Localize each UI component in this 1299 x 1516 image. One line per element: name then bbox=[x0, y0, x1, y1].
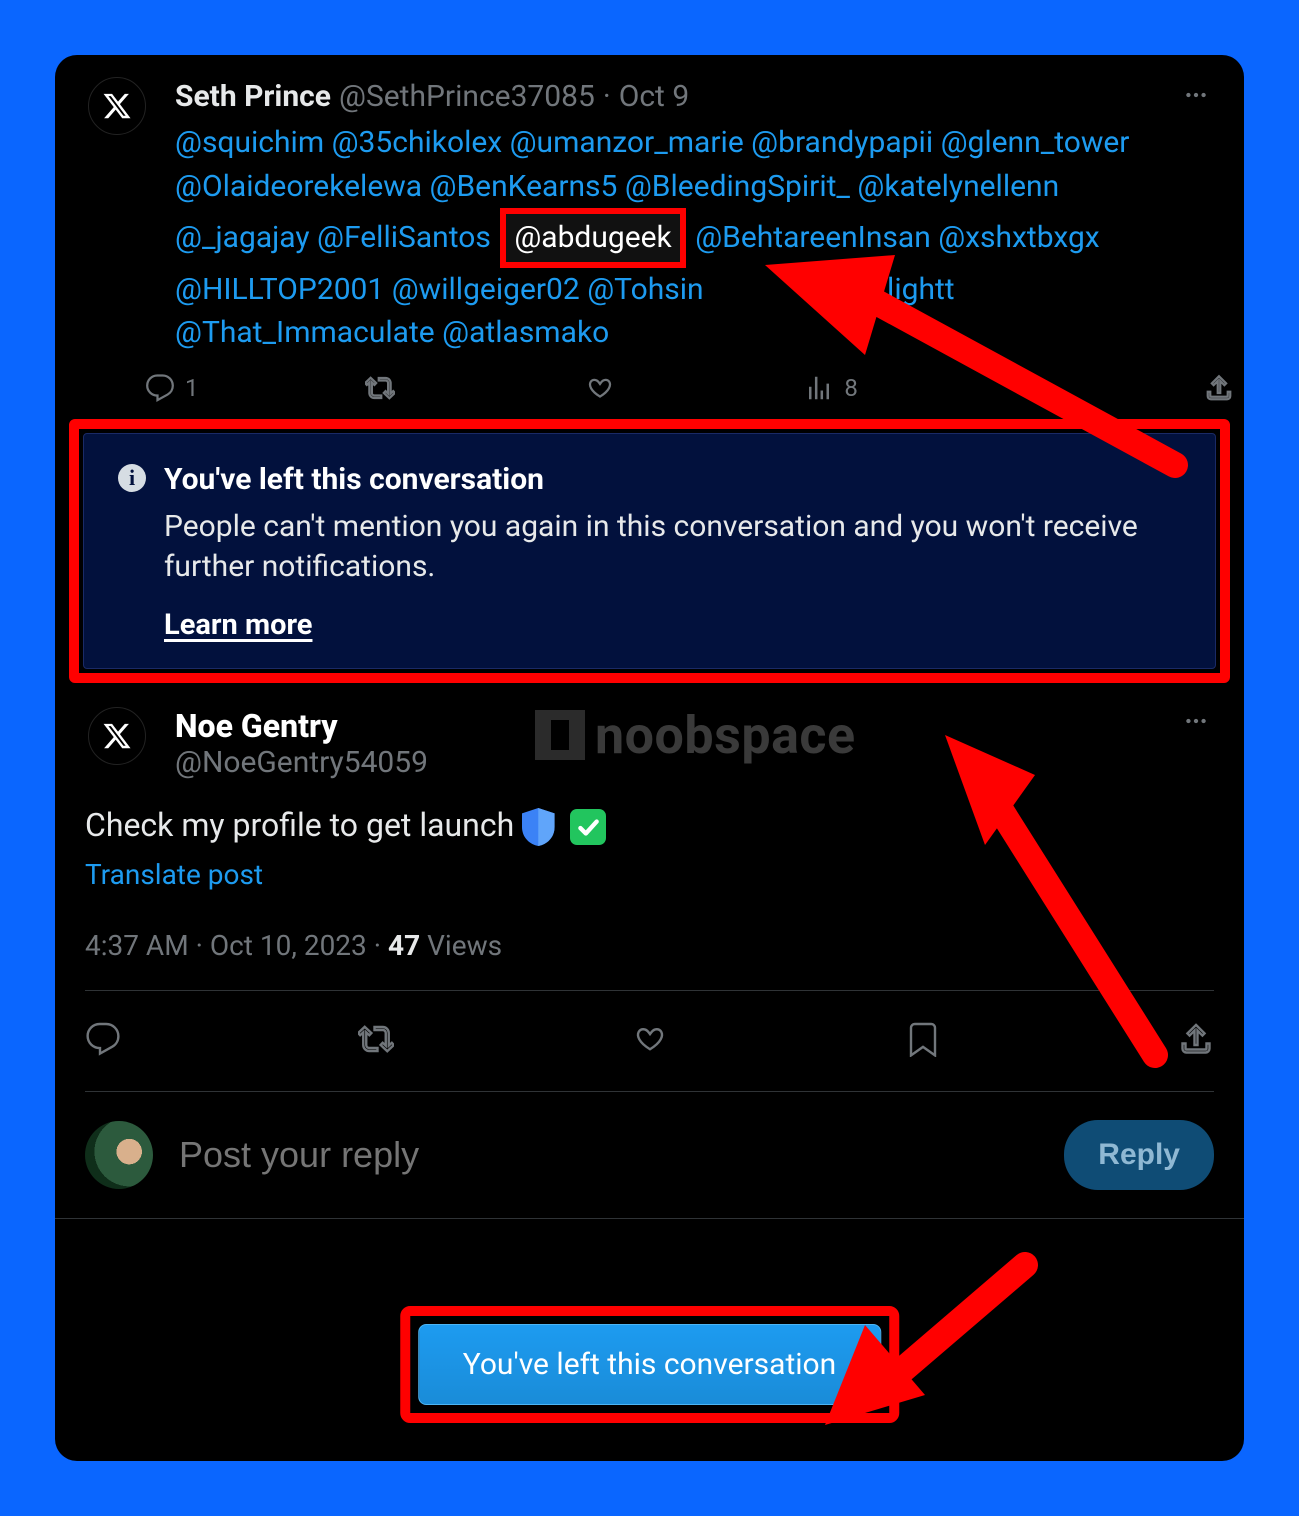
dot-separator: · bbox=[603, 79, 611, 115]
reply-count: 1 bbox=[185, 374, 199, 402]
heart-icon bbox=[585, 373, 615, 403]
focused-tweet-meta: 4:37 AM · Oct 10, 2023 · 47 Views bbox=[55, 929, 1244, 962]
like-action[interactable] bbox=[632, 1021, 668, 1061]
ellipsis-icon bbox=[1183, 82, 1209, 108]
highlighted-mention[interactable]: @abdugeek bbox=[500, 208, 685, 268]
ellipsis-icon bbox=[1183, 708, 1209, 734]
dot-separator: · bbox=[374, 929, 388, 962]
divider bbox=[55, 1218, 1244, 1219]
like-action[interactable] bbox=[585, 373, 805, 403]
current-user-avatar[interactable] bbox=[85, 1121, 153, 1189]
info-icon: i bbox=[118, 464, 146, 492]
parent-tweet-date[interactable]: Oct 9 bbox=[619, 79, 689, 115]
translate-post-link[interactable]: Translate post bbox=[55, 858, 1244, 891]
tweet-views-label: Views bbox=[427, 929, 502, 962]
share-icon bbox=[1204, 373, 1234, 403]
share-icon bbox=[1178, 1021, 1214, 1057]
parent-tweet: Seth Prince @SethPrince37085 · Oct 9 @sq… bbox=[55, 55, 1244, 355]
reply-input[interactable] bbox=[177, 1133, 1040, 1177]
focused-tweet-text: Check my profile to get launch bbox=[55, 806, 1244, 847]
tweet-views-number: 47 bbox=[388, 929, 420, 962]
focused-tweet-actions bbox=[55, 991, 1244, 1091]
reply-composer: Reply bbox=[55, 1092, 1244, 1218]
reply-icon bbox=[145, 373, 175, 403]
banner-learn-more-link[interactable]: Learn more bbox=[164, 608, 312, 642]
views-action[interactable]: 8 bbox=[804, 373, 1024, 403]
retweet-icon bbox=[365, 373, 395, 403]
banner-title: You've left this conversation bbox=[164, 462, 1181, 497]
tweet-time[interactable]: 4:37 AM bbox=[85, 929, 189, 962]
shield-emoji-icon bbox=[522, 808, 556, 846]
focused-author-name[interactable]: Noe Gentry bbox=[175, 707, 1195, 745]
parent-tweet-actions: 1 8 bbox=[145, 373, 1244, 419]
left-conversation-banner: i You've left this conversation People c… bbox=[83, 433, 1216, 669]
reply-action[interactable]: 1 bbox=[145, 373, 365, 403]
annotation-highlight-banner: i You've left this conversation People c… bbox=[69, 419, 1230, 683]
bookmark-action[interactable] bbox=[905, 1021, 941, 1061]
x-logo-icon bbox=[102, 721, 132, 751]
retweet-action[interactable] bbox=[365, 373, 585, 403]
parent-avatar[interactable] bbox=[88, 77, 146, 135]
bookmark-icon bbox=[905, 1021, 941, 1057]
parent-avatar-column bbox=[85, 77, 149, 141]
banner-description: People can't mention you again in this c… bbox=[164, 507, 1181, 588]
parent-more-button[interactable] bbox=[1178, 77, 1214, 113]
dot-separator: · bbox=[196, 929, 210, 962]
checkmark-emoji-icon bbox=[570, 809, 606, 845]
reply-icon bbox=[85, 1021, 121, 1057]
focused-avatar-column bbox=[85, 707, 149, 765]
mention-link-partial[interactable]: onxxlightt bbox=[824, 272, 955, 307]
parent-author-handle[interactable]: @SethPrince37085 bbox=[339, 79, 595, 115]
views-count: 8 bbox=[844, 374, 858, 402]
parent-tweet-mentions: @squichim @35chikolex @umanzor_marie @br… bbox=[175, 121, 1195, 355]
left-conversation-toast[interactable]: You've left this conversation bbox=[418, 1324, 881, 1405]
tweet-date[interactable]: Oct 10, 2023 bbox=[210, 929, 367, 962]
annotation-highlight-toast: You've left this conversation bbox=[400, 1306, 899, 1423]
tweet-detail-card: Seth Prince @SethPrince37085 · Oct 9 @sq… bbox=[55, 55, 1244, 1461]
share-action[interactable] bbox=[1178, 1021, 1214, 1061]
parent-author-name[interactable]: Seth Prince bbox=[175, 79, 331, 115]
retweet-action[interactable] bbox=[358, 1021, 394, 1061]
mention-link[interactable]: @That_Immaculate @atlasmako bbox=[175, 315, 609, 350]
focused-more-button[interactable] bbox=[1178, 703, 1214, 739]
parent-tweet-header: Seth Prince @SethPrince37085 · Oct 9 bbox=[175, 79, 1195, 115]
x-logo-icon bbox=[102, 91, 132, 121]
tweet-text-content: Check my profile to get launch bbox=[85, 806, 514, 844]
reply-button[interactable]: Reply bbox=[1064, 1120, 1214, 1190]
retweet-icon bbox=[358, 1021, 394, 1057]
focused-tweet: Noe Gentry @NoeGentry54059 noobspace bbox=[55, 683, 1244, 780]
focused-avatar[interactable] bbox=[88, 707, 146, 765]
focused-author-handle[interactable]: @NoeGentry54059 bbox=[175, 745, 1195, 780]
reply-action[interactable] bbox=[85, 1021, 121, 1061]
views-icon bbox=[804, 373, 834, 403]
heart-icon bbox=[632, 1021, 668, 1057]
share-action[interactable] bbox=[1204, 373, 1234, 403]
